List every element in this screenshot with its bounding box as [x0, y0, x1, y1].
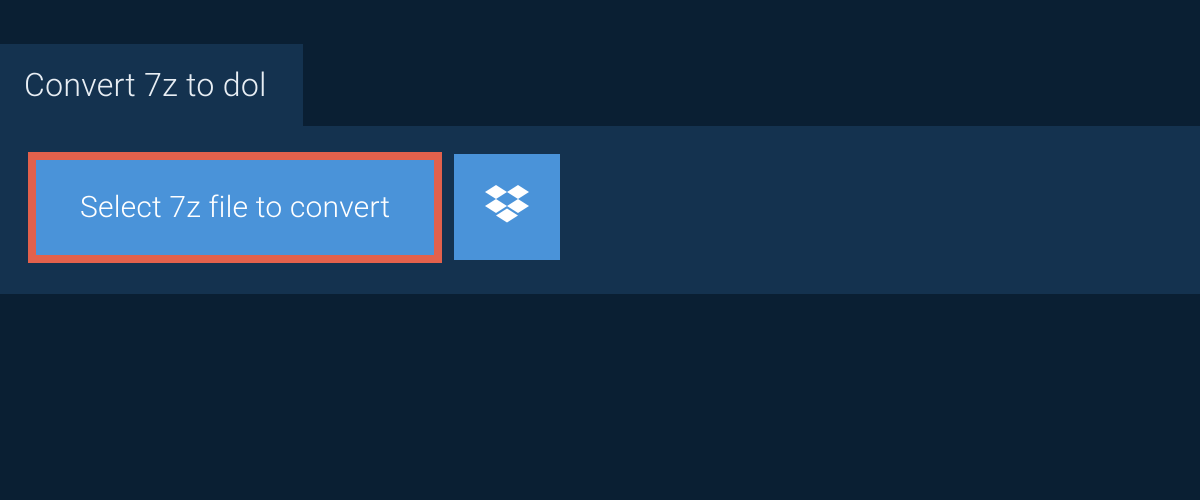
dropbox-icon — [485, 185, 529, 229]
page-title: Convert 7z to dol — [24, 66, 267, 104]
select-file-button[interactable]: Select 7z file to convert — [28, 152, 442, 263]
dropbox-button[interactable] — [454, 154, 560, 260]
page-tab-header: Convert 7z to dol — [0, 44, 303, 126]
upload-panel: Select 7z file to convert — [0, 126, 1200, 294]
select-file-button-label: Select 7z file to convert — [80, 190, 390, 225]
